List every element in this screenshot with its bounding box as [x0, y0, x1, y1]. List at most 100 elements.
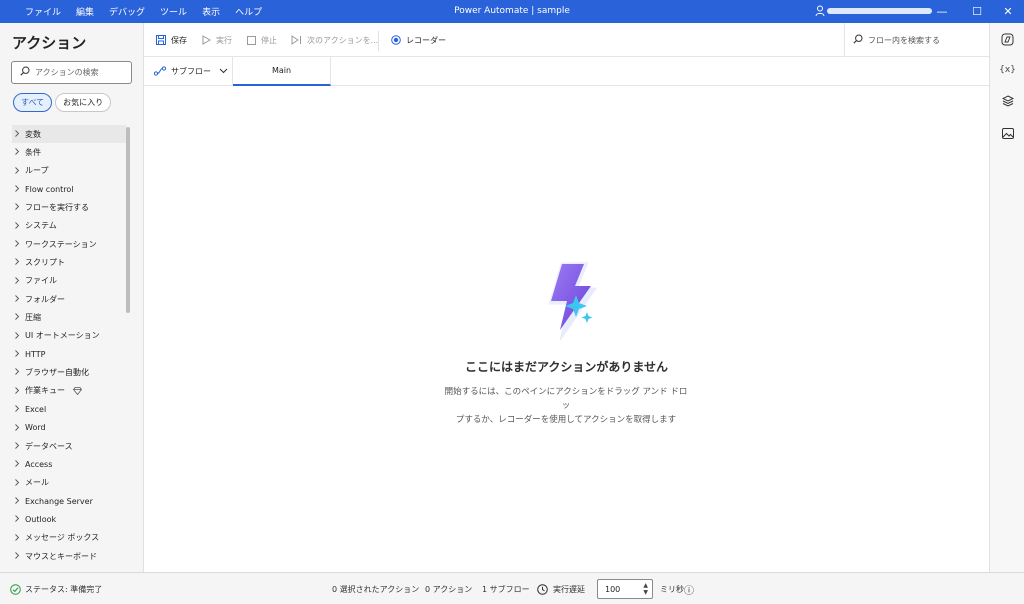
- action-category-item[interactable]: フォルダー: [12, 290, 126, 308]
- action-category-item[interactable]: Access: [12, 455, 126, 473]
- record-icon: [391, 35, 401, 45]
- empty-desc-line1: 開始するには、このペインにアクションをドラッグ アンド ドロッ: [444, 387, 688, 411]
- action-category-item[interactable]: 条件: [12, 143, 126, 161]
- stop-button[interactable]: 停止: [247, 23, 277, 57]
- chevron-right-icon: [15, 185, 20, 192]
- action-category-label: メッセージ ボックス: [25, 533, 100, 543]
- action-list-scrollbar[interactable]: [126, 127, 130, 313]
- chevron-right-icon: [15, 148, 20, 156]
- run-label: 実行: [216, 35, 232, 45]
- chevron-right-icon: [15, 276, 20, 284]
- chevron-right-icon: [15, 405, 20, 412]
- filter-all[interactable]: すべて: [13, 93, 53, 112]
- action-category-item[interactable]: Exchange Server: [12, 492, 126, 510]
- run-delay-stepper[interactable]: 100 ▲ ▼: [597, 579, 653, 599]
- action-category-item[interactable]: 変数: [12, 125, 126, 144]
- chevron-right-icon: [15, 478, 20, 486]
- action-category-label: Outlook: [25, 514, 57, 524]
- spin-arrows-icon[interactable]: ▲ ▼: [643, 582, 648, 596]
- chevron-right-icon: [15, 515, 20, 523]
- filter-favorites[interactable]: お気に入り: [55, 93, 112, 112]
- action-category-item[interactable]: ファイル: [12, 272, 126, 290]
- chevron-right-icon: [15, 221, 20, 229]
- recorder-button[interactable]: レコーダー: [391, 23, 446, 57]
- chevron-right-icon: [15, 130, 20, 137]
- action-category-item[interactable]: Flow control: [12, 180, 126, 198]
- action-category-label: Access: [25, 459, 53, 469]
- action-category-item[interactable]: フローを実行する: [12, 198, 126, 216]
- save-button[interactable]: 保存: [156, 23, 187, 57]
- delay-unit: ミリ秒: [660, 584, 684, 594]
- images-button[interactable]: [990, 122, 1024, 144]
- action-category-label: データベース: [25, 441, 73, 451]
- chevron-right-icon: [15, 313, 20, 321]
- variables-button[interactable]: {x}: [990, 59, 1024, 81]
- action-category-item[interactable]: UI オートメーション: [12, 327, 126, 345]
- chevron-right-icon: [15, 240, 20, 247]
- action-category-item[interactable]: ブラウザー自動化: [12, 363, 126, 381]
- action-category-item[interactable]: Excel: [12, 400, 126, 418]
- action-category-item[interactable]: Outlook: [12, 510, 126, 528]
- chevron-right-icon: [15, 295, 20, 302]
- chevron-down-icon: [219, 68, 228, 74]
- info-icon[interactable]: ⓘ: [684, 573, 694, 604]
- actions-heading: アクション: [12, 34, 87, 52]
- step-icon: [291, 35, 301, 45]
- action-category-item[interactable]: Word: [12, 419, 126, 437]
- next-action-button[interactable]: 次のアクションを...: [291, 23, 378, 57]
- flow-search-input[interactable]: フロー内を検索する: [844, 23, 989, 57]
- action-category-item[interactable]: 作業キュー: [12, 382, 126, 400]
- action-category-item[interactable]: ループ: [12, 162, 126, 180]
- play-icon: [202, 35, 211, 45]
- action-category-item[interactable]: データベース: [12, 437, 126, 455]
- chevron-right-icon: [15, 331, 20, 339]
- next-action-label: 次のアクションを...: [307, 35, 379, 45]
- action-category-item[interactable]: メッセージ ボックス: [12, 529, 126, 547]
- recorder-label: レコーダー: [406, 35, 446, 45]
- action-search-input[interactable]: アクションの検索: [11, 61, 132, 84]
- actions-panel: アクション アクションの検索 すべて お気に入り 変数条件ループ Flow con…: [0, 23, 144, 572]
- close-button[interactable]: ✕: [994, 0, 1022, 23]
- action-category-label: UI オートメーション: [25, 331, 100, 341]
- check-circle-icon: [10, 583, 21, 595]
- maximize-button[interactable]: ☐: [963, 0, 991, 23]
- subflow-dropdown[interactable]: サブフロー: [144, 57, 233, 85]
- action-category-label: Word: [25, 423, 46, 433]
- action-category-label: システム: [25, 221, 57, 231]
- action-category-item[interactable]: ワークステーション: [12, 235, 126, 253]
- chevron-right-icon: [15, 442, 20, 449]
- action-category-label: 変数: [25, 129, 41, 139]
- subflow-label: サブフロー: [171, 66, 211, 76]
- action-category-label: フォルダー: [25, 294, 65, 304]
- status-bar: ステータス: 準備完了 0 選択されたアクション 0 アクション 1 サブフロー…: [0, 572, 1024, 604]
- tab-main[interactable]: Main: [233, 57, 331, 86]
- lightning-sparkle-icon: [525, 256, 609, 343]
- minimize-button[interactable]: —: [928, 0, 956, 23]
- run-button[interactable]: 実行: [202, 23, 232, 57]
- action-category-label: 作業キュー: [25, 386, 65, 396]
- image-icon: [1001, 127, 1014, 139]
- action-category-label: スクリプト: [25, 258, 65, 268]
- subflows-count: 1 サブフロー: [482, 584, 530, 594]
- redacted-account-name: [827, 8, 932, 14]
- action-category-item[interactable]: マウスとキーボード: [12, 547, 126, 565]
- chevron-right-icon: [15, 423, 20, 431]
- action-category-item[interactable]: システム: [12, 217, 126, 235]
- actions-count: 0 アクション: [425, 584, 473, 594]
- action-category-item[interactable]: メール: [12, 474, 126, 492]
- action-category-label: HTTP: [25, 349, 46, 359]
- action-category-label: ループ: [25, 166, 49, 176]
- action-category-label: Excel: [25, 404, 47, 414]
- flow-canvas[interactable]: ここにはまだアクションがありません 開始するには、このペインにアクションをドラッ…: [144, 86, 989, 572]
- account-area[interactable]: [815, 5, 932, 17]
- ui-elements-button[interactable]: [990, 90, 1024, 112]
- status-indicator: ステータス: 準備完了: [10, 573, 102, 604]
- action-category-item[interactable]: 圧縮: [12, 308, 126, 326]
- copilot-button[interactable]: [990, 28, 1024, 50]
- right-rail: {x}: [989, 23, 1024, 572]
- chevron-right-icon: [15, 258, 20, 266]
- action-category-item[interactable]: HTTP: [12, 345, 126, 363]
- clock-icon: [537, 583, 548, 595]
- action-category-item[interactable]: スクリプト: [12, 253, 126, 271]
- layers-icon: [1001, 95, 1014, 107]
